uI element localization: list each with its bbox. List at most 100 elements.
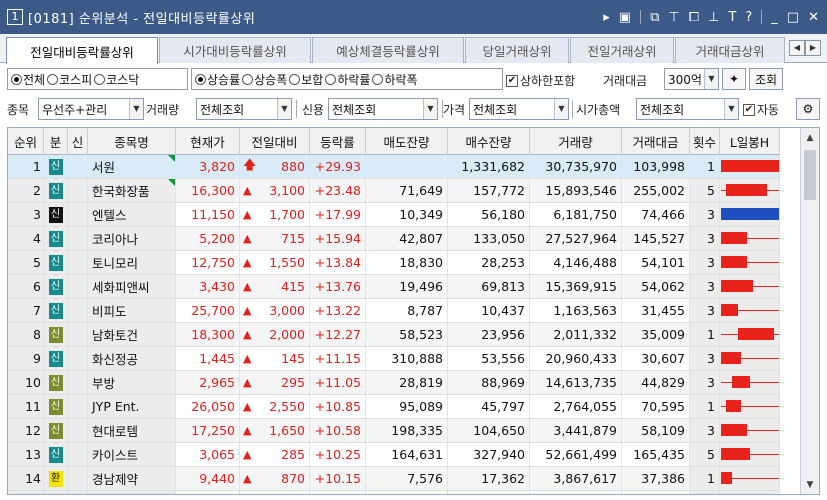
stock-name[interactable]: 경남제약	[92, 469, 138, 488]
limit-include-checkbox[interactable]: ✔ 상하한포함	[506, 72, 575, 89]
col-rate-header[interactable]: 등락률	[310, 128, 366, 155]
stock-name[interactable]: 카이스트	[92, 445, 138, 464]
minimize-icon[interactable]: _	[771, 10, 778, 25]
rank-cell: 13	[8, 443, 44, 466]
tab-expected-rate[interactable]: 예상체결등락률상위	[312, 37, 464, 63]
col-credit-header[interactable]: 신	[68, 128, 88, 155]
stock-name[interactable]: 부방	[92, 373, 115, 392]
col-bid-header[interactable]: 매수잔량	[448, 128, 530, 155]
bid-cell: 327,940	[448, 443, 530, 466]
price-select[interactable]: 전체조회 ▼	[469, 98, 569, 120]
vertical-scrollbar[interactable]: ▲ ▼	[800, 128, 819, 494]
memo-icon[interactable]: ▣	[619, 10, 631, 25]
play-icon[interactable]: ▸	[603, 10, 610, 25]
market-type-badge: 신	[48, 254, 63, 271]
stock-name[interactable]: 코리아나	[92, 229, 138, 248]
stock-name[interactable]: 서원	[92, 157, 115, 176]
col-chart-header[interactable]: L일봉H	[720, 128, 780, 155]
col-ask-header[interactable]: 매도잔량	[366, 128, 448, 155]
col-amount-header[interactable]: 거래대금	[622, 128, 690, 155]
stock-name[interactable]: 세화피앤씨	[92, 277, 150, 296]
pin-icon[interactable]: ⊥	[708, 10, 719, 25]
credit-cell	[68, 443, 88, 466]
ask-cell: 28,819	[366, 371, 448, 394]
trade-amount-select[interactable]: 300억 ▼	[664, 68, 719, 90]
stock-name[interactable]: 한국화장품	[92, 181, 150, 200]
settings-shortcut-button[interactable]: ✦	[722, 68, 746, 90]
market-radio-kospi[interactable]: 코스피	[47, 71, 92, 88]
credit-select[interactable]: 전체조회 ▼	[328, 98, 438, 120]
table-row[interactable]: 9 신 화신정공 1,445 ▲ 145 +11.15 310,888 53,556 20,960…	[8, 347, 780, 371]
tab-open-rate[interactable]: 시가대비등락률상위	[159, 37, 311, 63]
volume-select[interactable]: 전체조회 ▼	[196, 98, 292, 120]
close-icon[interactable]: ✕	[808, 10, 819, 25]
tab-prev-day-rate[interactable]: 전일대비등락률상위	[6, 37, 158, 64]
tab-prev-volume[interactable]: 전일거래상위	[570, 37, 674, 63]
col-type-header[interactable]: 분	[44, 128, 68, 155]
tab-trade-amount[interactable]: 거래대금상위	[675, 37, 785, 63]
tile-icon[interactable]: ⧠	[689, 10, 699, 25]
col-rank-header[interactable]: 순위	[8, 128, 44, 155]
col-diff-header[interactable]: 전일대비	[240, 128, 310, 155]
stock-name[interactable]: 한국화장품	[92, 493, 150, 494]
table-row[interactable]: 10 신 부방 2,965 ▲ 295 +11.05 28,819 88,969 14,613,7…	[8, 371, 780, 395]
stock-name[interactable]: 현대로템	[92, 421, 138, 440]
tab-today-volume[interactable]: 당일거래상위	[465, 37, 569, 63]
direction-radio-rise-amount[interactable]: 상승폭	[242, 71, 287, 88]
stock-name[interactable]: 비피도	[92, 301, 127, 320]
col-volume-header[interactable]: 거래량	[530, 128, 622, 155]
auto-checkbox[interactable]: ✔ 자동	[743, 101, 779, 118]
col-count-header[interactable]: 횟수	[690, 128, 720, 155]
bid-cell: 157,772	[448, 179, 530, 202]
table-row[interactable]: 6 신 세화피앤씨 3,430 ▲ 415 +13.76 19,496 69,813 15,369…	[8, 275, 780, 299]
stock-name[interactable]: 엔텔스	[92, 205, 127, 224]
table-row[interactable]: 11 신 JYP Ent. 26,050 ▲ 2,550 +10.85 95,089 45,79…	[8, 395, 780, 419]
stock-name[interactable]: 토니모리	[92, 253, 138, 272]
market-radio-kosdaq[interactable]: 코스닥	[94, 71, 139, 88]
col-name-header[interactable]: 종목명	[88, 128, 176, 155]
table-row[interactable]: 8 신 남화토건 18,300 ▲ 2,000 +12.27 58,523 23,956 2,01…	[8, 323, 780, 347]
stock-name[interactable]: 남화토건	[92, 325, 138, 344]
bid-cell: 17,362	[448, 467, 530, 490]
direction-radio-rise-rate[interactable]: 상승률	[195, 71, 240, 88]
window-number[interactable]: 1	[7, 9, 23, 25]
count-cell: 3	[690, 275, 720, 298]
price-cell: 18,300	[176, 323, 240, 346]
table-row[interactable]: 7 신 비피도 25,700 ▲ 3,000 +13.22 8,787 10,437 1,163,…	[8, 299, 780, 323]
maximize-icon[interactable]: □	[787, 10, 799, 25]
scroll-thumb[interactable]	[804, 150, 816, 200]
link-icon[interactable]: ⧉	[650, 10, 659, 25]
rank-cell: 4	[8, 227, 44, 250]
query-button[interactable]: 조회	[749, 68, 783, 90]
table-row[interactable]: 3 신 엔텔스 11,150 ▲ 1,700 +17.99 10,349 56,180 6,181…	[8, 203, 780, 227]
scroll-down-icon[interactable]: ▼	[801, 477, 819, 494]
pin-top-icon[interactable]: ⊤	[668, 10, 679, 25]
stock-name[interactable]: JYP Ent.	[92, 399, 140, 414]
direction-radio-fall-rate[interactable]: 하락률	[325, 71, 370, 88]
ask-cell: 19,496	[366, 275, 448, 298]
direction-radio-fall-amount[interactable]: 하락폭	[372, 71, 418, 88]
direction-radio-flat[interactable]: 보합	[289, 71, 323, 88]
marketcap-select[interactable]: 전체조회 ▼	[636, 98, 739, 120]
market-type-badge: 신	[48, 182, 63, 199]
change-value: 285	[281, 447, 305, 462]
tab-left-icon[interactable]: ◀	[789, 40, 805, 56]
table-row[interactable]: 2 신 한국화장품 16,300 ▲ 3,100 +23.48 71,649 157,772 15…	[8, 179, 780, 203]
settings-button[interactable]: ⚙	[796, 98, 820, 120]
help-icon[interactable]: ?	[745, 10, 752, 25]
table-row[interactable]: 13 신 카이스트 3,065 ▲ 285 +10.25 164,631 327,940 52,6…	[8, 443, 780, 467]
stock-type-select[interactable]: 우선주+관리 ▼	[38, 98, 144, 120]
market-radio-all[interactable]: 전체	[11, 71, 45, 88]
table-row[interactable]: 4 신 코리아나 5,200 ▲ 715 +15.94 42,807 133,050 27,527…	[8, 227, 780, 251]
scroll-up-icon[interactable]: ▲	[801, 130, 819, 147]
table-row[interactable]: 1 신 서원 3,820 🡅 880 +29.93 1,331,682 30,735,970 10…	[8, 155, 780, 179]
table-row[interactable]: 14 환 경남제약 9,440 ▲ 870 +10.15 7,576 17,362 3,867,6…	[8, 467, 780, 491]
tab-right-icon[interactable]: ▶	[805, 40, 821, 56]
candle-body	[721, 232, 747, 244]
stock-name[interactable]: 화신정공	[92, 349, 138, 368]
table-row[interactable]: 5 신 토니모리 12,750 ▲ 1,550 +13.84 18,830 28,253 4,14…	[8, 251, 780, 275]
col-price-header[interactable]: 현재가	[176, 128, 240, 155]
table-row[interactable]: 15 신 한국화장품 37,000▲3,350+9.962,88410,1952,58…	[8, 491, 780, 494]
font-icon[interactable]: T	[728, 10, 736, 25]
table-row[interactable]: 12 신 현대로템 17,250 ▲ 1,650 +10.58 198,335 104,650 3…	[8, 419, 780, 443]
